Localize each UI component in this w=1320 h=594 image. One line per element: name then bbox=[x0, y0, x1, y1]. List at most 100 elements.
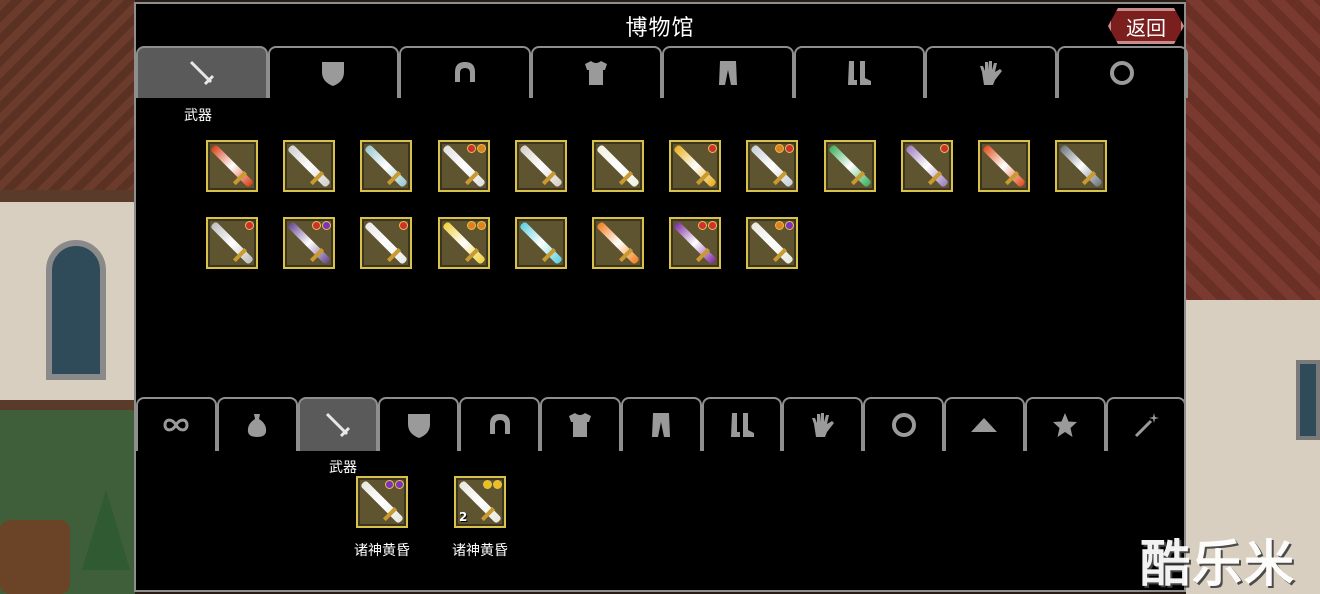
item-slot-museum[interactable] bbox=[514, 140, 567, 192]
inventory-tab-sword[interactable] bbox=[297, 397, 379, 451]
gem-icon bbox=[698, 221, 708, 230]
item-slot-museum[interactable] bbox=[206, 217, 258, 269]
gem-sockets bbox=[385, 480, 404, 489]
gem-sockets bbox=[245, 221, 254, 230]
inventory-tab-shield[interactable] bbox=[378, 397, 460, 451]
bag-icon bbox=[242, 410, 272, 440]
arched-window bbox=[46, 240, 106, 380]
game-scene: 博物馆 返回 武器 武器 诸神黄昏 2 诸神黄昏 酷乐米 bbox=[0, 0, 1320, 594]
boots-icon bbox=[844, 58, 874, 88]
inventory-tab-pants[interactable] bbox=[620, 397, 702, 451]
inventory-tab-boots[interactable] bbox=[701, 397, 783, 451]
museum-tab-sword[interactable] bbox=[136, 46, 268, 98]
item-slot-museum[interactable] bbox=[669, 217, 722, 269]
museum-tab-pants[interactable] bbox=[662, 46, 794, 98]
item-slot-inventory[interactable]: 2 bbox=[454, 476, 506, 528]
infinity-icon bbox=[161, 410, 191, 440]
pants-icon bbox=[713, 58, 743, 88]
gem-icon bbox=[708, 221, 718, 230]
inventory-tab-ring[interactable] bbox=[863, 397, 944, 451]
ring-icon bbox=[1107, 58, 1137, 88]
background-town-left bbox=[0, 0, 135, 594]
gem-icon bbox=[466, 221, 476, 230]
museum-panel: 博物馆 返回 武器 武器 诸神黄昏 2 诸神黄昏 bbox=[134, 2, 1188, 592]
museum-tab-glove[interactable] bbox=[925, 46, 1057, 98]
sword-icon bbox=[518, 144, 563, 188]
shield-icon bbox=[318, 58, 348, 88]
item-slot-museum[interactable] bbox=[900, 140, 953, 192]
helmet-icon bbox=[485, 410, 515, 440]
gem-icon bbox=[466, 144, 476, 153]
inventory-tab-infinity[interactable] bbox=[136, 397, 217, 451]
item-slot-museum[interactable] bbox=[978, 140, 1030, 192]
inventory-tab-armor[interactable] bbox=[539, 397, 621, 451]
item-slot-museum[interactable] bbox=[669, 140, 722, 192]
gem-sockets bbox=[483, 480, 502, 489]
item-slot-museum[interactable] bbox=[514, 217, 567, 269]
glove-icon bbox=[976, 58, 1006, 88]
gem-icon bbox=[483, 480, 492, 489]
item-slot-museum[interactable] bbox=[283, 140, 336, 192]
museum-category-tabs bbox=[136, 46, 1188, 98]
gem-icon bbox=[939, 144, 949, 153]
item-slot-museum[interactable] bbox=[746, 140, 799, 192]
window bbox=[1296, 360, 1320, 440]
pants-icon bbox=[646, 410, 676, 440]
tab-caption-weapon: 武器 bbox=[329, 460, 357, 476]
inventory-tab-bag[interactable] bbox=[216, 397, 298, 451]
cloak-icon bbox=[969, 410, 999, 440]
item-slot-museum[interactable] bbox=[823, 140, 876, 192]
gem-sockets bbox=[466, 144, 486, 153]
gem-sockets bbox=[399, 221, 409, 230]
gem-icon bbox=[395, 480, 404, 489]
inventory-category-tabs bbox=[136, 397, 1187, 451]
museum-tab-armor[interactable] bbox=[530, 46, 662, 98]
item-slot-museum[interactable] bbox=[360, 217, 413, 269]
item-name-label: 诸神黄昏 bbox=[452, 543, 508, 559]
gem-icon bbox=[775, 221, 785, 230]
shield-icon bbox=[404, 410, 434, 440]
inventory-tab-star[interactable] bbox=[1024, 397, 1106, 451]
item-slot-museum[interactable] bbox=[206, 140, 258, 192]
watermark-logo: 酷乐米 bbox=[1140, 535, 1296, 593]
gem-icon bbox=[322, 221, 332, 230]
item-slot-museum[interactable] bbox=[746, 217, 799, 269]
armor-icon bbox=[581, 58, 611, 88]
roof-tiles bbox=[0, 0, 135, 190]
gem-icon bbox=[476, 144, 486, 153]
item-slot-museum[interactable] bbox=[283, 217, 336, 269]
boots-icon bbox=[727, 410, 757, 440]
timber-beam bbox=[0, 190, 135, 202]
item-slot-museum[interactable] bbox=[1055, 140, 1108, 192]
item-slot-museum[interactable] bbox=[437, 140, 490, 192]
inventory-tab-helmet[interactable] bbox=[459, 397, 540, 451]
gem-icon bbox=[312, 221, 322, 230]
sword-icon bbox=[827, 144, 872, 188]
inventory-tab-cloak[interactable] bbox=[943, 397, 1025, 451]
museum-tab-helmet[interactable] bbox=[399, 46, 531, 98]
gem-icon bbox=[708, 144, 718, 153]
barrel bbox=[0, 520, 70, 594]
item-slot-museum[interactable] bbox=[592, 217, 644, 269]
star-icon bbox=[1050, 410, 1080, 440]
item-slot-museum[interactable] bbox=[592, 140, 644, 192]
gem-icon bbox=[493, 480, 502, 489]
gem-icon bbox=[476, 221, 486, 230]
museum-tab-ring[interactable] bbox=[1056, 46, 1188, 98]
item-slot-museum[interactable] bbox=[437, 217, 490, 269]
gem-icon bbox=[785, 144, 795, 153]
background-town-right bbox=[1186, 0, 1320, 594]
stack-count: 2 bbox=[459, 510, 468, 524]
item-slot-inventory[interactable] bbox=[356, 476, 408, 528]
inventory-tab-wand[interactable] bbox=[1105, 397, 1187, 451]
inventory-tab-glove[interactable] bbox=[782, 397, 864, 451]
gem-icon bbox=[775, 144, 785, 153]
item-slot-museum[interactable] bbox=[360, 140, 413, 192]
museum-tab-boots[interactable] bbox=[793, 46, 925, 98]
return-button[interactable]: 返回 bbox=[1108, 8, 1184, 44]
museum-tab-shield[interactable] bbox=[267, 46, 399, 98]
gem-sockets bbox=[939, 144, 949, 153]
page-title: 博物馆 bbox=[625, 16, 695, 41]
gem-icon bbox=[245, 221, 254, 230]
wand-icon bbox=[1131, 410, 1161, 440]
